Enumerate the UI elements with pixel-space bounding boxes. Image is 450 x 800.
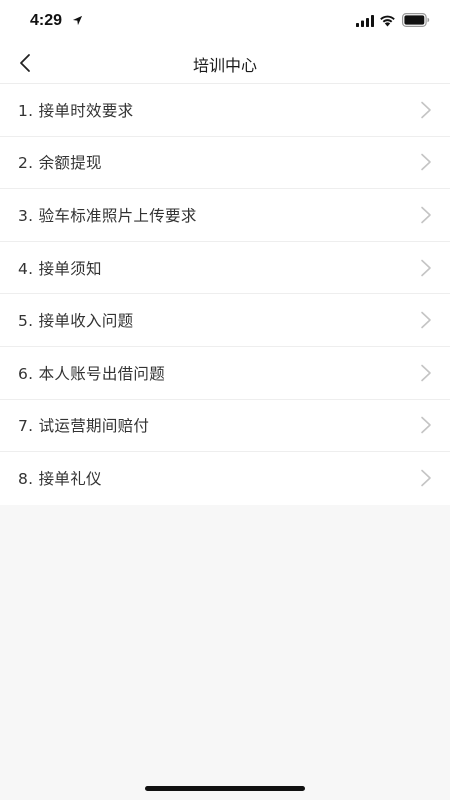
list-item-3[interactable]: 3. 验车标准照片上传要求: [0, 189, 450, 242]
list-item-label: 2. 余额提现: [18, 154, 102, 173]
chevron-right-icon: [421, 154, 431, 171]
battery-icon: [402, 13, 430, 27]
training-list: 1. 接单时效要求 2. 余额提现 3. 验车标准照片上传要求 4. 接单须知 …: [0, 84, 450, 505]
list-item-5[interactable]: 5. 接单收入问题: [0, 294, 450, 347]
chevron-right-icon: [421, 311, 431, 329]
list-item-2[interactable]: 2. 余额提现: [0, 137, 450, 190]
status-bar: 4:29: [0, 0, 450, 44]
chevron-right-icon: [421, 417, 431, 434]
chevron-right-icon: [421, 206, 431, 224]
screen: 4:29 培训中心 1. 接单时效要求 2. 余额提现 3. 验车标准照片上传要…: [0, 0, 450, 800]
list-item-label: 8. 接单礼仪: [18, 470, 102, 489]
list-item-6[interactable]: 6. 本人账号出借问题: [0, 347, 450, 400]
list-item-4[interactable]: 4. 接单须知: [0, 242, 450, 295]
list-item-label: 7. 试运营期间赔付: [18, 417, 150, 436]
navigation-bar: 培训中心: [0, 44, 450, 84]
chevron-right-icon: [421, 101, 431, 119]
list-item-1[interactable]: 1. 接单时效要求: [0, 84, 450, 137]
home-indicator[interactable]: [145, 786, 305, 791]
list-item-label: 4. 接单须知: [18, 259, 102, 278]
list-item-label: 1. 接单时效要求: [18, 101, 134, 120]
list-item-label: 3. 验车标准照片上传要求: [18, 206, 197, 225]
list-item-label: 5. 接单收入问题: [18, 312, 134, 331]
chevron-right-icon: [421, 470, 431, 487]
list-item-label: 6. 本人账号出借问题: [18, 364, 166, 383]
page-title: 培训中心: [192, 56, 257, 75]
chevron-right-icon: [421, 259, 431, 276]
wifi-icon: [380, 15, 395, 27]
list-item-8[interactable]: 8. 接单礼仪: [0, 452, 450, 505]
chevron-right-icon: [421, 364, 431, 382]
cellular-signal-icon: [356, 15, 374, 27]
location-arrow-icon: [72, 15, 83, 26]
status-time: 4:29: [30, 12, 63, 29]
list-item-7[interactable]: 7. 试运营期间赔付: [0, 400, 450, 453]
